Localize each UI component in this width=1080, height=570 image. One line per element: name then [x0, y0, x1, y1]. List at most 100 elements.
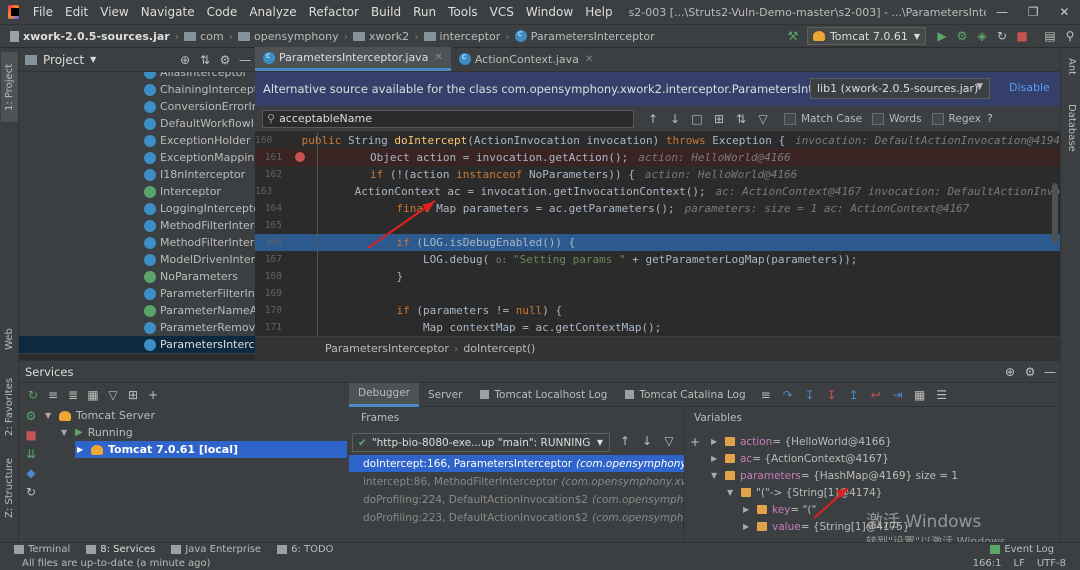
chevron-right-icon[interactable]: ▶ [711, 454, 725, 463]
gutter[interactable] [285, 200, 317, 217]
tool-tab-database[interactable]: Database [1063, 104, 1080, 166]
menu-tools[interactable]: Tools [442, 0, 484, 25]
regex-checkbox[interactable]: Regex [931, 112, 981, 125]
tool-tab-web[interactable]: Web [1, 324, 18, 354]
arrow-down-icon[interactable]: ↓ [664, 112, 686, 126]
project-tree-item[interactable]: MethodFilterInterceptorUtil [144, 234, 255, 251]
menu-run[interactable]: Run [407, 0, 442, 25]
search-input[interactable]: ⚲ acceptableName [262, 109, 634, 128]
sort-icon[interactable]: ⇅ [730, 112, 752, 126]
stack-frame[interactable]: doIntercept:166, ParametersInterceptor (c… [349, 455, 684, 472]
tab-server[interactable]: Server [419, 383, 471, 407]
add-selection-icon[interactable]: ⊞ [708, 112, 730, 126]
collapse-icon[interactable]: ⇅ [195, 53, 215, 67]
menu-analyze[interactable]: Analyze [243, 0, 302, 25]
gutter[interactable] [285, 268, 317, 285]
library-select[interactable]: lib1 (xwork-2.0.5-sources.jar) ▼ [810, 78, 990, 99]
tool-tab-event-log[interactable]: Event Log [990, 544, 1054, 555]
code-line[interactable]: 162 if (!(action instanceof NoParameters… [255, 166, 1060, 183]
arrow-up-icon[interactable]: ↑ [615, 434, 635, 448]
menu-help[interactable]: Help [579, 0, 618, 25]
menu-file[interactable]: File [27, 0, 59, 25]
run-configuration-select[interactable]: Tomcat 7.0.61 ▼ [806, 27, 926, 45]
project-tree-item[interactable]: ParameterNameAware [144, 302, 255, 319]
step-over-icon[interactable]: ↷ [777, 388, 799, 402]
filter-icon[interactable]: ▽ [752, 112, 774, 126]
project-tree-item[interactable]: ParameterFilterInterceptor [144, 285, 255, 302]
breadcrumb-class[interactable]: ParametersInterceptor [514, 29, 655, 43]
tree-node-running[interactable]: ▼ ▶ Running [61, 424, 133, 441]
tab-parameters-interceptor[interactable]: ParametersInterceptor.java ✕ [255, 47, 451, 71]
project-tree-item[interactable]: MethodFilterInterceptor [144, 217, 255, 234]
stack-frame[interactable]: doProfiling:224, DefaultActionInvocation… [349, 491, 684, 508]
stack-frame[interactable]: intercept:86, MethodFilterInterceptor (co… [349, 473, 684, 490]
collapse-all-icon[interactable]: ≣ [63, 388, 83, 402]
run-to-cursor-icon[interactable]: ⇥ [887, 388, 909, 402]
project-tree-item[interactable]: ModelDrivenInterceptor [144, 251, 255, 268]
breakpoint-icon[interactable] [295, 152, 305, 162]
variable-row[interactable]: ▼ parameters = {HashMap@4169} size = 1 [711, 467, 958, 484]
code-line[interactable]: 171 Map contextMap = ac.getContextMap(); [255, 319, 1060, 336]
menu-vcs[interactable]: VCS [484, 0, 520, 25]
menu-navigate[interactable]: Navigate [135, 0, 201, 25]
profile-icon[interactable]: ↻ [992, 29, 1012, 43]
menu-view[interactable]: View [94, 0, 134, 25]
chevron-down-icon[interactable]: ▼ [711, 471, 725, 480]
expand-all-icon[interactable]: ≡ [43, 388, 63, 402]
show-execution-point-icon[interactable]: ≡ [755, 388, 777, 402]
help-icon[interactable]: ? [987, 112, 993, 125]
tool-tab-structure[interactable]: Z: Structure [1, 458, 18, 518]
maximize-icon[interactable]: ❐ [1018, 5, 1049, 19]
project-tree-item[interactable]: ConversionErrorInterceptor [144, 98, 255, 115]
project-tree-item[interactable]: ParameterRemoverInterceptor [144, 319, 255, 336]
tab-debugger[interactable]: Debugger [349, 382, 419, 407]
tool-tab-todo[interactable]: 6: TODO [277, 544, 334, 555]
caret-position[interactable]: 166:1 [973, 558, 1002, 569]
gutter[interactable] [285, 251, 317, 268]
evaluate-icon[interactable]: ▦ [909, 388, 931, 402]
project-tree-item[interactable]: NoParameters [144, 268, 238, 285]
menu-build[interactable]: Build [365, 0, 407, 25]
tool-tab-terminal[interactable]: Terminal [14, 544, 70, 555]
force-step-into-icon[interactable]: ↧ [821, 388, 843, 402]
group-icon[interactable]: ▦ [83, 388, 103, 402]
editor-breadcrumb-class[interactable]: ParametersInterceptor [325, 342, 449, 355]
gutter[interactable] [285, 319, 317, 336]
artifact-icon[interactable]: ◆ [21, 466, 41, 480]
project-tree-item[interactable]: DefaultWorkflowInterceptor [144, 115, 255, 132]
match-case-checkbox[interactable]: Match Case [784, 112, 862, 125]
drop-frame-icon[interactable]: ↩ [865, 388, 887, 402]
locate-icon[interactable]: ⊕ [175, 53, 195, 67]
select-all-occurrences-icon[interactable]: □ [686, 112, 708, 126]
minimize-icon[interactable]: — [986, 5, 1017, 19]
variable-row[interactable]: ▶ ac = {ActionContext@4167} [711, 450, 889, 467]
gutter[interactable] [285, 166, 317, 183]
tool-tab-services[interactable]: 8: Services [86, 544, 155, 555]
gear-icon[interactable]: ⚙ [1020, 365, 1040, 379]
chevron-right-icon[interactable]: ▶ [711, 437, 725, 446]
close-tab-icon[interactable]: ✕ [585, 54, 593, 65]
code-line[interactable]: 161 Object action = invocation.getAction… [255, 149, 1060, 166]
menu-edit[interactable]: Edit [59, 0, 94, 25]
close-tab-icon[interactable]: ✕ [434, 52, 442, 63]
arrow-up-icon[interactable]: ↑ [642, 112, 664, 126]
coverage-icon[interactable]: ◈ [972, 29, 992, 43]
gutter[interactable] [285, 234, 317, 251]
tree-node-tomcat-server[interactable]: ▼ Tomcat Server [45, 407, 155, 424]
breadcrumb-xwork2[interactable]: xwork2 [353, 30, 409, 43]
project-tree-item[interactable]: ExceptionHolder [144, 132, 250, 149]
project-tree-item[interactable]: LoggingInterceptor [144, 200, 255, 217]
gutter[interactable] [285, 302, 317, 319]
code-line[interactable]: 168 } [255, 268, 1060, 285]
hammer-icon[interactable]: ⚒ [783, 29, 803, 43]
file-encoding[interactable]: UTF-8 [1037, 558, 1066, 569]
layout-icon[interactable]: ▤ [1040, 29, 1060, 43]
stop-icon[interactable]: ■ [1012, 29, 1032, 43]
tab-catalina-log[interactable]: Tomcat Catalina Log [616, 383, 754, 407]
breadcrumb-com[interactable]: com [184, 30, 224, 43]
new-tab-icon[interactable]: ⊞ [123, 388, 143, 402]
tool-tab-project[interactable]: 1: Project [1, 52, 18, 122]
tool-tab-favorites[interactable]: 2: Favorites [1, 376, 18, 438]
editor-scrollbar[interactable] [1052, 183, 1058, 243]
chevron-right-icon[interactable]: ▶ [743, 505, 757, 514]
